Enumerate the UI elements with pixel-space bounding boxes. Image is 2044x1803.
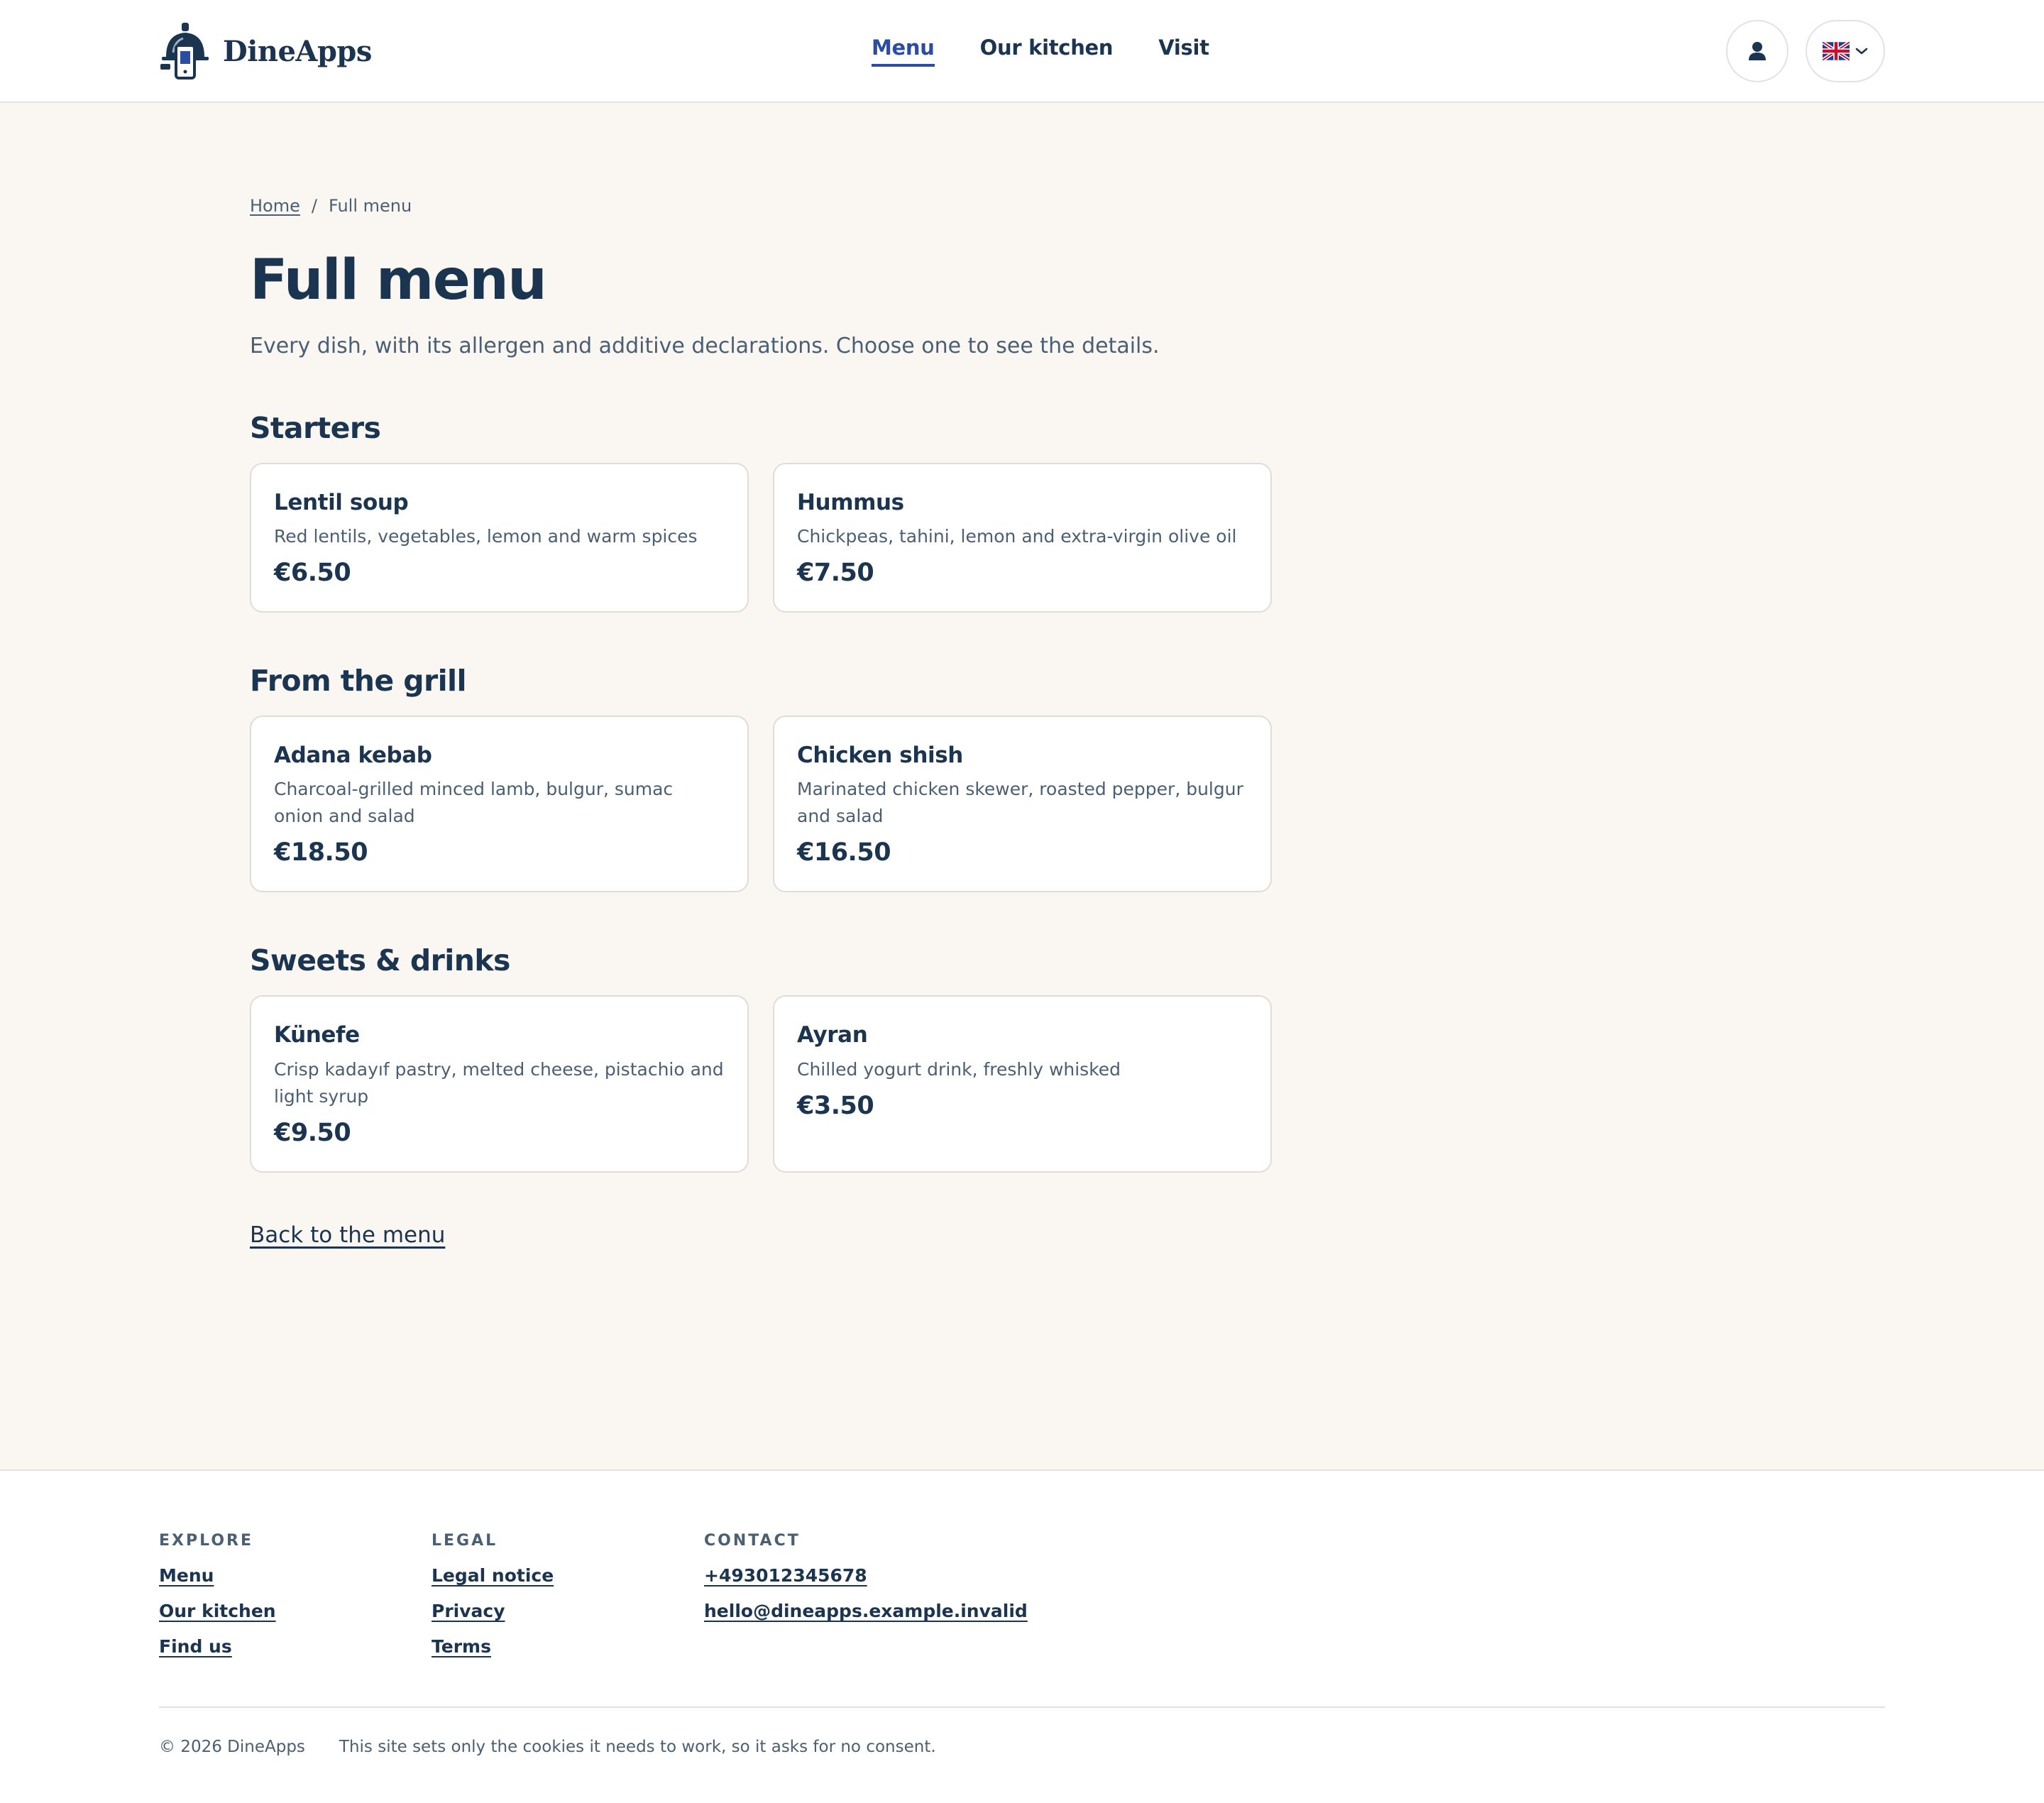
dish-card-hummus[interactable]: Hummus Chickpeas, tahini, lemon and extr… <box>773 463 1272 613</box>
footer-link-privacy[interactable]: Privacy <box>432 1601 704 1621</box>
dish-name: Hummus <box>797 490 904 515</box>
back-to-menu-link[interactable]: Back to the menu <box>250 1222 445 1248</box>
dish-price: €9.50 <box>274 1118 351 1147</box>
breadcrumb-home-link[interactable]: Home <box>250 196 300 216</box>
footer-link-email[interactable]: hello@dineapps.example.invalid <box>704 1601 1028 1621</box>
section-title: From the grill <box>250 664 467 698</box>
site-header: DineApps Menu Our kitchen Visit <box>0 0 2044 103</box>
nav-visit[interactable]: Visit <box>1158 35 1209 67</box>
dish-description: Charcoal-grilled minced lamb, bulgur, su… <box>274 779 674 827</box>
dish-name: Adana kebab <box>274 742 432 769</box>
footer-columns: EXPLORE Menu Our kitchen Find us LEGAL L… <box>159 1532 1028 1672</box>
dish-description: Chilled yogurt drink, freshly whisked <box>797 1058 1121 1080</box>
cookie-notice: This site sets only the cookies it needs… <box>339 1738 936 1756</box>
dish-description: Crisp kadayıf pastry, melted cheese, pis… <box>274 1058 724 1107</box>
site-footer: EXPLORE Menu Our kitchen Find us LEGAL L… <box>0 1469 2044 1803</box>
footer-divider <box>159 1706 1885 1708</box>
language-selector[interactable] <box>1806 20 1885 82</box>
uk-flag-icon <box>1823 42 1850 60</box>
footer-column-contact: CONTACT +493012345678 hello@dineapps.exa… <box>704 1532 1028 1672</box>
dish-card-chicken-shish[interactable]: Chicken shish Marinated chicken skewer, … <box>773 716 1272 893</box>
dineapps-logo-icon <box>160 23 209 80</box>
dish-description: Chickpeas, tahini, lemon and extra-virgi… <box>797 526 1237 547</box>
footer-link-terms[interactable]: Terms <box>432 1636 704 1657</box>
dish-card-list: Künefe Crisp kadayıf pastry, melted chee… <box>250 995 1272 1173</box>
section-title: Starters <box>250 411 381 445</box>
dish-price: €7.50 <box>797 559 874 588</box>
footer-link-find-us[interactable]: Find us <box>159 1636 432 1657</box>
dish-description: Red lentils, vegetables, lemon and warm … <box>274 526 698 547</box>
dish-description: Marinated chicken skewer, roasted pepper… <box>797 779 1243 827</box>
dish-name: Künefe <box>274 1022 360 1048</box>
nav-our-kitchen[interactable]: Our kitchen <box>980 35 1114 67</box>
section-title: Sweets & drinks <box>250 943 510 978</box>
account-button[interactable] <box>1726 20 1788 82</box>
footer-column-explore: EXPLORE Menu Our kitchen Find us <box>159 1532 432 1672</box>
brand-logo-link[interactable]: DineApps <box>159 21 372 81</box>
main-nav: Menu Our kitchen Visit <box>872 35 1209 67</box>
user-icon <box>1749 42 1766 60</box>
page-intro: Every dish, with its allergen and additi… <box>250 334 1160 358</box>
footer-link-our-kitchen[interactable]: Our kitchen <box>159 1601 432 1621</box>
footer-link-phone[interactable]: +493012345678 <box>704 1565 977 1586</box>
dish-card-list: Adana kebab Charcoal-grilled minced lamb… <box>250 716 1272 893</box>
dish-name: Lentil soup <box>274 490 409 515</box>
menu-section-grill: From the grill Adana kebab Charcoal-gril… <box>250 664 1272 893</box>
breadcrumb-separator: / <box>311 196 317 216</box>
dish-card-lentil-soup[interactable]: Lentil soup Red lentils, vegetables, lem… <box>250 463 749 613</box>
dish-price: €3.50 <box>797 1091 874 1120</box>
footer-heading: LEGAL <box>432 1532 498 1550</box>
menu-section-starters: Starters Lentil soup Red lentils, vegeta… <box>250 414 1272 613</box>
dish-card-list: Lentil soup Red lentils, vegetables, lem… <box>250 463 1272 613</box>
nav-menu[interactable]: Menu <box>872 35 935 67</box>
menu-section-sweets-drinks: Sweets & drinks Künefe Crisp kadayıf pas… <box>250 943 1272 1173</box>
footer-heading: EXPLORE <box>159 1532 254 1550</box>
breadcrumb-current: Full menu <box>328 196 412 216</box>
breadcrumb: Home / Full menu <box>250 196 1272 216</box>
dish-price: €16.50 <box>797 838 891 867</box>
footer-heading: CONTACT <box>704 1532 801 1550</box>
page-title: Full menu <box>250 248 547 312</box>
footer-link-menu[interactable]: Menu <box>159 1565 432 1586</box>
dish-price: €6.50 <box>274 559 351 588</box>
dish-price: €18.50 <box>274 838 368 867</box>
dish-name: Chicken shish <box>797 742 963 769</box>
dish-card-ayran[interactable]: Ayran Chilled yogurt drink, freshly whis… <box>773 995 1272 1173</box>
copyright-text: © 2026 DineApps <box>159 1738 305 1756</box>
brand-name: DineApps <box>223 34 372 68</box>
footer-column-legal: LEGAL Legal notice Privacy Terms <box>432 1532 704 1672</box>
chevron-down-icon <box>1855 48 1868 55</box>
dish-name: Ayran <box>797 1022 868 1048</box>
main-content: Home / Full menu Full menu Every dish, w… <box>250 196 1272 1248</box>
footer-link-legal-notice[interactable]: Legal notice <box>432 1565 704 1586</box>
dish-card-adana-kebab[interactable]: Adana kebab Charcoal-grilled minced lamb… <box>250 716 749 893</box>
footer-bottom: © 2026 DineApps This site sets only the … <box>159 1738 936 1756</box>
dish-card-kunefe[interactable]: Künefe Crisp kadayıf pastry, melted chee… <box>250 995 749 1173</box>
